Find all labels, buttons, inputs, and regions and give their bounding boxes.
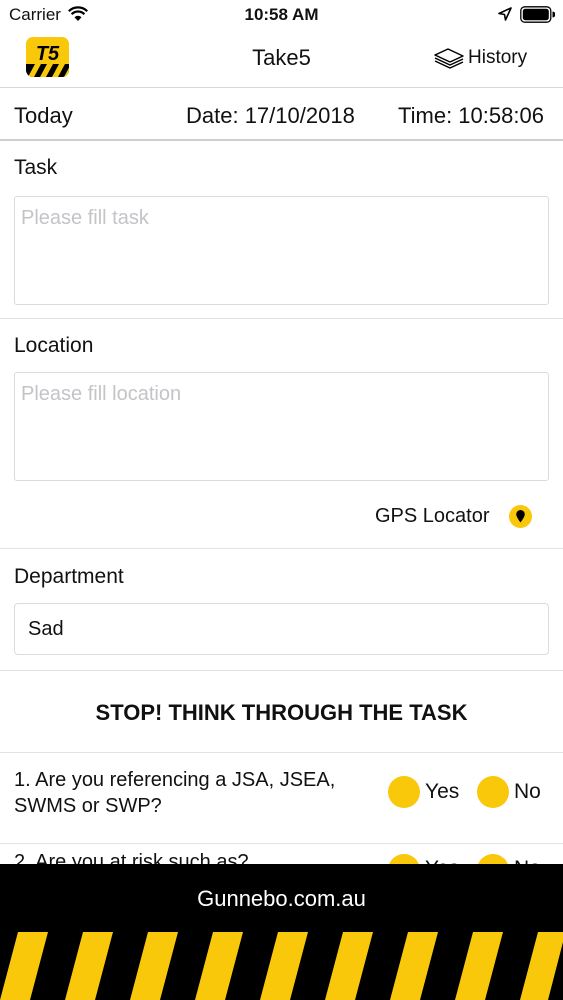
time-text: Time: 10:58:06 [398, 103, 544, 128]
task-input[interactable] [14, 196, 549, 305]
task-label: Task [14, 156, 58, 179]
history-label: History [468, 47, 528, 68]
divider [0, 318, 563, 319]
today-label: Today [14, 103, 73, 128]
question-text: 2. Are you at risk such as? [14, 851, 249, 865]
gps-locator-label: GPS Locator [375, 505, 490, 527]
history-button[interactable]: History [432, 44, 527, 72]
battery-icon [520, 6, 555, 23]
location-input[interactable] [14, 372, 549, 481]
divider [0, 548, 563, 549]
checklist-heading: STOP! THINK THROUGH THE TASK [95, 700, 468, 725]
location-label: Location [14, 334, 94, 357]
yes-radio[interactable] [388, 776, 420, 808]
divider [0, 670, 563, 671]
hazard-stripes [0, 932, 563, 1000]
department-field[interactable]: Sad [14, 603, 549, 655]
list-item: 2. Are you at risk such as? Yes No [0, 845, 563, 865]
divider [0, 752, 563, 753]
status-bar: Carrier 10:58 AM [0, 0, 563, 30]
question-text: 1. Are you referencing a JSA, JSEA, SWMS… [14, 769, 336, 817]
no-label: No [514, 780, 541, 803]
location-arrow-icon [498, 7, 512, 21]
stacked-papers-icon [434, 48, 464, 69]
map-pin-icon[interactable] [509, 505, 532, 528]
divider [0, 843, 563, 844]
footer-link[interactable]: Gunnebo.com.au [0, 886, 563, 912]
nav-bar: T5 Take5 History [0, 30, 563, 88]
department-label: Department [14, 565, 124, 588]
no-radio[interactable] [477, 776, 509, 808]
date-text: Date: 17/10/2018 [186, 103, 355, 128]
yes-label: Yes [425, 780, 460, 803]
date-row: Today Date: 17/10/2018 Time: 10:58:06 [0, 88, 563, 141]
footer: Gunnebo.com.au [0, 864, 563, 1000]
status-time: 10:58 AM [244, 5, 319, 24]
